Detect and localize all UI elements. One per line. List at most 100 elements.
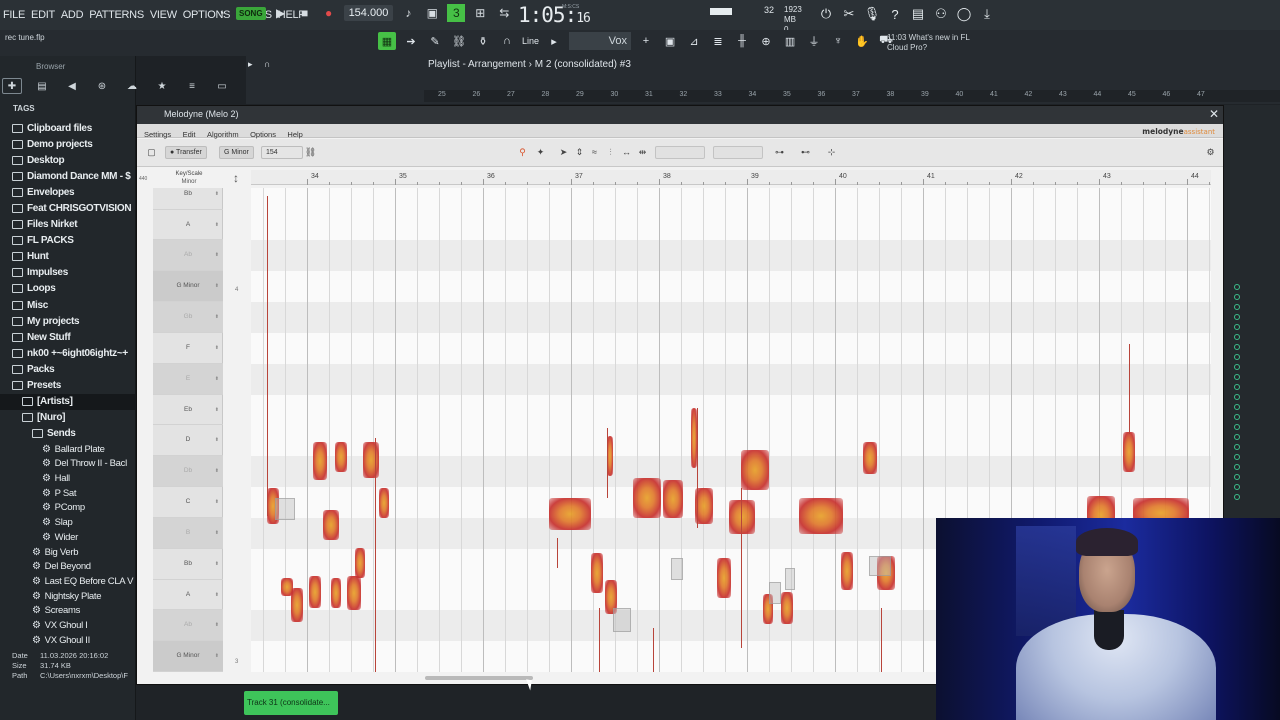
pitch-row-label[interactable]: E ⬍: [153, 363, 223, 395]
browser-item[interactable]: New Stuff: [0, 329, 136, 345]
playlist-menu-icon[interactable]: ▸: [248, 59, 260, 71]
note-blob[interactable]: [347, 576, 361, 610]
melo-menu-options[interactable]: Options: [250, 130, 276, 139]
song-mode-badge[interactable]: SONG: [236, 6, 266, 20]
browser-item[interactable]: Files Nirket: [0, 217, 136, 233]
note-box[interactable]: [275, 498, 295, 520]
note-blob[interactable]: [363, 442, 379, 478]
pitch-row-label[interactable]: Bb ⬍: [153, 549, 223, 580]
note-blob[interactable]: [841, 552, 853, 590]
key-button[interactable]: G Minor: [219, 146, 254, 159]
record-button[interactable]: ●: [320, 4, 338, 22]
browser-folder-icon[interactable]: ▭: [212, 78, 232, 94]
note-blob[interactable]: [331, 578, 341, 608]
mixer-slot-indicator[interactable]: [1234, 494, 1240, 500]
tempo-link-icon[interactable]: ⛓: [304, 146, 317, 159]
main-tool-sub-icon[interactable]: ✦: [534, 146, 547, 159]
note-blob[interactable]: [313, 442, 327, 480]
browser-item[interactable]: Envelopes: [0, 184, 136, 200]
mixer-slot-indicator[interactable]: [1234, 304, 1240, 310]
pitch-row-label[interactable]: B ⬍: [153, 517, 223, 549]
browser-item[interactable]: ⚙ Del Beyond: [0, 559, 136, 574]
pitch-row-label[interactable]: G Minor ⬍: [153, 641, 223, 672]
piano-roll-icon[interactable]: ⊿: [685, 32, 703, 50]
record-mode-icon[interactable]: ◔: [212, 4, 230, 22]
view-toggle-icon[interactable]: ▢: [145, 146, 158, 159]
browser-item[interactable]: ⚙ PComp: [0, 501, 136, 516]
browser-star-icon[interactable]: ★: [152, 78, 172, 94]
mixer-slot-indicator[interactable]: [1234, 464, 1240, 470]
note-blob[interactable]: [323, 510, 339, 540]
modulation-tool-icon[interactable]: ≈: [588, 146, 601, 159]
channel-rack-icon[interactable]: ▣: [661, 32, 679, 50]
channel-selector[interactable]: Vox: [569, 32, 632, 50]
news-panel[interactable]: 11:03 What's new in FL Cloud Pro?: [887, 33, 970, 53]
browser-item[interactable]: nk00 +~6ight06ightz~+: [0, 345, 136, 361]
scale-snap-icon[interactable]: ⊹: [825, 146, 838, 159]
note-blob[interactable]: [591, 553, 603, 593]
main-tool-icon[interactable]: ⚲: [516, 146, 529, 159]
mixer-slot-indicator[interactable]: [1234, 394, 1240, 400]
play-small-icon[interactable]: ▸: [545, 32, 563, 50]
drift-tool-icon[interactable]: ⫶: [604, 146, 617, 159]
stamp-icon[interactable]: ⚱: [474, 32, 492, 50]
mixer-slot-indicator[interactable]: [1234, 474, 1240, 480]
browser-item[interactable]: ⚙ Last EQ Before CLA V: [0, 574, 136, 589]
pitch-row-label[interactable]: F ⬍: [153, 333, 223, 364]
note-blob[interactable]: [1123, 432, 1135, 472]
stop-button[interactable]: ■: [296, 4, 314, 22]
chat-icon[interactable]: ◯: [956, 6, 972, 22]
pitch-row-label[interactable]: D ⬍: [153, 425, 223, 457]
browser-item[interactable]: Packs: [0, 361, 136, 377]
browser-item[interactable]: Desktop: [0, 152, 136, 168]
pitch-row-label[interactable]: Ab ⬍: [153, 610, 223, 642]
browser-item[interactable]: Sends: [0, 426, 136, 442]
browser-item[interactable]: ⚙ P Sat: [0, 486, 136, 501]
browser-item[interactable]: ⚙ Ballard Plate: [0, 442, 136, 457]
note-blob[interactable]: [633, 478, 661, 518]
browser-item[interactable]: Misc: [0, 297, 136, 313]
browser-item[interactable]: Presets: [0, 378, 136, 394]
power-icon[interactable]: ⏻: [818, 6, 834, 22]
browser-item[interactable]: ⚙ VX Ghoul I: [0, 618, 136, 633]
note-blob[interactable]: [663, 480, 683, 518]
playlist-icon[interactable]: ≣: [709, 32, 727, 50]
loop-record-icon[interactable]: ⇆: [495, 4, 513, 22]
playlist-ruler[interactable]: 25 26 27 28 29 30 31 32 33 34 35 36 37 38 39 40 41 42 43 44…: [424, 90, 1280, 102]
menu-patterns[interactable]: PATTERNS: [86, 9, 147, 21]
mixer-slot-indicator[interactable]: [1234, 354, 1240, 360]
browser-item[interactable]: ⚙ Slap: [0, 515, 136, 530]
pitch-row-label[interactable]: G Minor ⬍: [153, 271, 223, 303]
browser-item[interactable]: ⚙ Del Throw II - Bacl: [0, 457, 136, 472]
browser-item[interactable]: ⚙ Nightsky Plate: [0, 589, 136, 604]
browser-sort-icon[interactable]: ≡: [182, 78, 202, 94]
blend-icon[interactable]: ⊞: [471, 4, 489, 22]
browser-item[interactable]: ⚙ VX Ghoul II: [0, 633, 136, 648]
pencil-icon[interactable]: ✎: [426, 32, 444, 50]
browser-item[interactable]: ⚙ Wider: [0, 530, 136, 545]
arrow-icon[interactable]: ➔: [402, 32, 420, 50]
pitch-row-label[interactable]: A ⬍: [153, 210, 223, 241]
macro-group-1[interactable]: [655, 146, 705, 159]
time-tool-icon[interactable]: ↔: [620, 146, 633, 159]
mixer-slot-indicator[interactable]: [1234, 294, 1240, 300]
plugin-picker-icon[interactable]: ⊕: [757, 32, 775, 50]
mixer-slot-indicator[interactable]: [1234, 284, 1240, 290]
mixer-slot-indicator[interactable]: [1234, 314, 1240, 320]
browser-item[interactable]: ⚙ Big Verb: [0, 545, 136, 560]
browser-item[interactable]: My projects: [0, 313, 136, 329]
mixer-slot-indicator[interactable]: [1234, 444, 1240, 450]
melo-menu-edit[interactable]: Edit: [183, 130, 196, 139]
pitch-row-label[interactable]: Gb ⬍: [153, 302, 223, 333]
pitch-ruler[interactable]: Bb ⬍ A ⬍ Ab ⬍ G Minor ⬍ Gb ⬍ F ⬍ E ⬍ Eb ⬍ D ⬍ Db ⬍ C ⬍ B ⬍ Bb ⬍ A ⬍…: [153, 188, 223, 672]
mixer-slot-indicator[interactable]: [1234, 364, 1240, 370]
note-blob[interactable]: [379, 488, 389, 518]
play-button[interactable]: ▶: [272, 4, 290, 22]
mixer-slot-indicator[interactable]: [1234, 454, 1240, 460]
mixer-slot-indicator[interactable]: [1234, 414, 1240, 420]
pitch-row-label[interactable]: Db ⬍: [153, 456, 223, 488]
mixer-slot-indicator[interactable]: [1234, 434, 1240, 440]
help-icon[interactable]: ?: [887, 6, 903, 22]
browser-plugin-icon[interactable]: ⊛: [92, 78, 112, 94]
pitch-tool-icon[interactable]: ⇕: [573, 146, 586, 159]
